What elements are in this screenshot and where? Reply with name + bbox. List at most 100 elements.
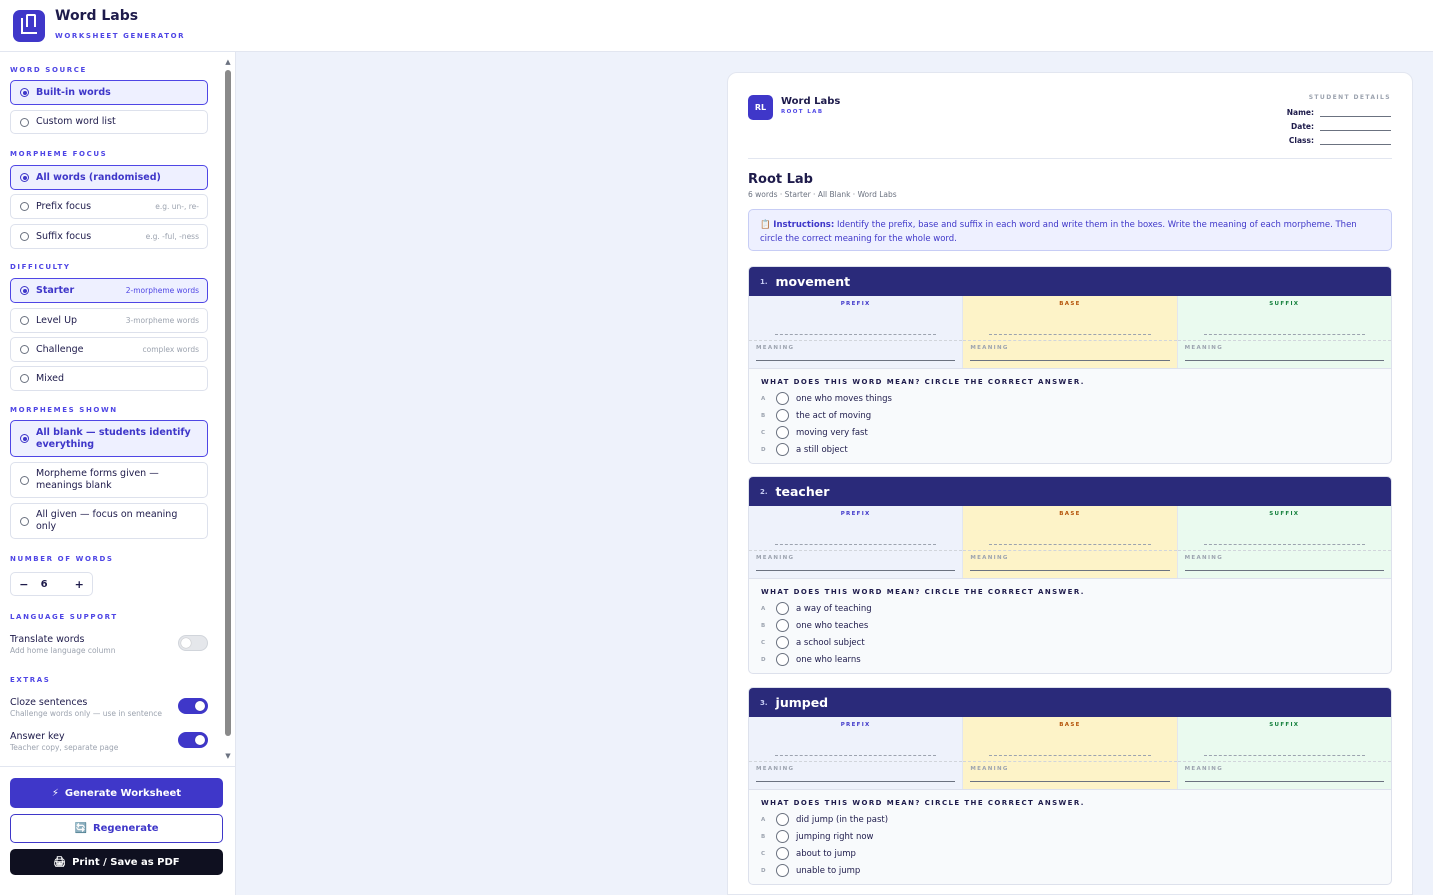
- option-label: Suffix focus: [36, 230, 92, 242]
- radio-icon: [20, 117, 29, 127]
- meaning-answer-line[interactable]: [1184, 570, 1384, 571]
- instructions-box: 📋 Instructions: Identify the prefix, bas…: [748, 209, 1392, 251]
- base-answer-line[interactable]: [989, 755, 1151, 756]
- meaning-answer-line[interactable]: [970, 781, 1170, 782]
- answer-choice[interactable]: B jumping right now: [761, 828, 1391, 845]
- divider: [748, 158, 1392, 159]
- cloze-sentences-toggle[interactable]: [178, 698, 208, 714]
- option-prefix-focus[interactable]: Prefix focus e.g. un-, re-: [10, 194, 208, 219]
- option-forms-given[interactable]: Morpheme forms given — meanings blank: [10, 462, 208, 498]
- answer-choice[interactable]: D unable to jump: [761, 862, 1391, 879]
- choice-letter: D: [761, 867, 766, 874]
- morpheme-grid: PREFIX MEANING BASE MEANING SUFFIX MEANI…: [749, 506, 1391, 579]
- print-save-pdf-button[interactable]: 🖨 Print / Save as PDF: [10, 849, 223, 875]
- scroll-down-icon[interactable]: ▼: [224, 752, 232, 760]
- answer-choice[interactable]: B the act of moving: [761, 407, 1391, 424]
- answer-key-toggle[interactable]: [178, 732, 208, 748]
- option-custom-word-list[interactable]: Custom word list: [10, 110, 208, 134]
- clipboard-icon: 📋: [760, 220, 771, 230]
- circle-icon[interactable]: [776, 653, 789, 666]
- circle-icon[interactable]: [776, 813, 789, 826]
- meaning-answer-line[interactable]: [970, 570, 1170, 571]
- circle-icon[interactable]: [776, 426, 789, 439]
- base-answer-line[interactable]: [989, 544, 1151, 545]
- regenerate-button[interactable]: 🔄 Regenerate: [10, 814, 223, 843]
- decrement-button[interactable]: −: [11, 578, 37, 591]
- printer-icon: 🖨: [53, 856, 67, 868]
- suffix-answer-line[interactable]: [1203, 755, 1365, 756]
- base-answer-line[interactable]: [989, 334, 1151, 335]
- answer-choice[interactable]: C a school subject: [761, 634, 1391, 651]
- sidebar-settings: WORD SOURCE Built-in words Custom word l…: [0, 52, 222, 767]
- word-header: 2. teacher: [749, 477, 1391, 506]
- option-label: Starter: [36, 284, 75, 296]
- student-class-field: Class:: [1261, 133, 1391, 145]
- answer-choice[interactable]: A one who moves things: [761, 390, 1391, 407]
- prefix-label: PREFIX: [840, 722, 871, 728]
- prefix-answer-line[interactable]: [775, 755, 937, 756]
- meaning-answer-line[interactable]: [756, 781, 956, 782]
- prefix-answer-line[interactable]: [775, 544, 937, 545]
- meaning-answer-line[interactable]: [756, 360, 956, 361]
- answer-choice[interactable]: D a still object: [761, 441, 1391, 458]
- answer-choice[interactable]: C moving very fast: [761, 424, 1391, 441]
- scroll-up-icon[interactable]: ▲: [224, 58, 232, 66]
- option-all-given[interactable]: All given — focus on meaning only: [10, 503, 208, 539]
- prefix-answer-line[interactable]: [775, 334, 937, 335]
- extras-label: EXTRAS: [10, 676, 51, 684]
- circle-icon[interactable]: [776, 409, 789, 422]
- circle-icon[interactable]: [776, 830, 789, 843]
- choice-letter: B: [761, 412, 766, 419]
- choice-list: A one who moves things B the act of movi…: [749, 390, 1391, 458]
- generate-worksheet-button[interactable]: ⚡ Generate Worksheet: [10, 778, 223, 808]
- increment-button[interactable]: +: [66, 578, 92, 591]
- option-suffix-focus[interactable]: Suffix focus e.g. -ful, -ness: [10, 224, 208, 249]
- answer-choice[interactable]: C about to jump: [761, 845, 1391, 862]
- radio-icon: [20, 374, 29, 383]
- sidebar-scrollbar[interactable]: ▲ ▼: [224, 58, 232, 761]
- option-challenge[interactable]: Challenge complex words: [10, 337, 208, 362]
- option-starter[interactable]: Starter 2-morpheme words: [10, 278, 208, 303]
- option-hint: e.g. -ful, -ness: [145, 232, 199, 241]
- option-label: Challenge: [36, 343, 84, 355]
- circle-icon[interactable]: [776, 619, 789, 632]
- meaning-answer-line[interactable]: [1184, 781, 1384, 782]
- word-number: 1.: [760, 277, 768, 286]
- instructions-text: Identify the prefix, base and suffix in …: [760, 220, 1357, 244]
- choice-list: A a way of teaching B one who teaches C …: [749, 600, 1391, 668]
- answer-choice[interactable]: A did jump (in the past): [761, 811, 1391, 828]
- word-count-input[interactable]: 6: [37, 579, 67, 590]
- option-label: All given — focus on meaning only: [36, 509, 178, 532]
- answer-choice[interactable]: B one who teaches: [761, 617, 1391, 634]
- option-level-up[interactable]: Level Up 3-morpheme words: [10, 308, 208, 333]
- scrollbar-thumb[interactable]: [225, 70, 231, 736]
- logo: [13, 10, 45, 42]
- circle-icon[interactable]: [776, 443, 789, 456]
- option-all-blank[interactable]: All blank — students identify everything: [10, 420, 208, 457]
- answer-choice[interactable]: D one who learns: [761, 651, 1391, 668]
- field-line: [1320, 137, 1391, 145]
- circle-icon[interactable]: [776, 636, 789, 649]
- choice-text: a school subject: [796, 637, 865, 648]
- meaning-answer-line[interactable]: [970, 360, 1170, 361]
- refresh-icon: 🔄: [74, 823, 87, 834]
- prefix-box: PREFIX MEANING: [749, 506, 963, 578]
- circle-icon[interactable]: [776, 602, 789, 615]
- suffix-answer-line[interactable]: [1203, 334, 1365, 335]
- circle-icon[interactable]: [776, 392, 789, 405]
- meaning-answer-line[interactable]: [756, 570, 956, 571]
- student-date-field: Date:: [1261, 119, 1391, 131]
- radio-icon: [20, 475, 29, 485]
- suffix-label: SUFFIX: [1269, 511, 1300, 517]
- suffix-answer-line[interactable]: [1203, 544, 1365, 545]
- option-mixed[interactable]: Mixed: [10, 366, 208, 391]
- circle-icon[interactable]: [776, 864, 789, 877]
- option-built-in-words[interactable]: Built-in words: [10, 80, 208, 105]
- translate-words-toggle[interactable]: [178, 635, 208, 651]
- base-box: BASE MEANING: [962, 296, 1178, 368]
- option-all-words[interactable]: All words (randomised): [10, 165, 208, 190]
- worksheet-brand: Word Labs: [781, 96, 841, 107]
- answer-choice[interactable]: A a way of teaching: [761, 600, 1391, 617]
- meaning-answer-line[interactable]: [1184, 360, 1384, 361]
- circle-icon[interactable]: [776, 847, 789, 860]
